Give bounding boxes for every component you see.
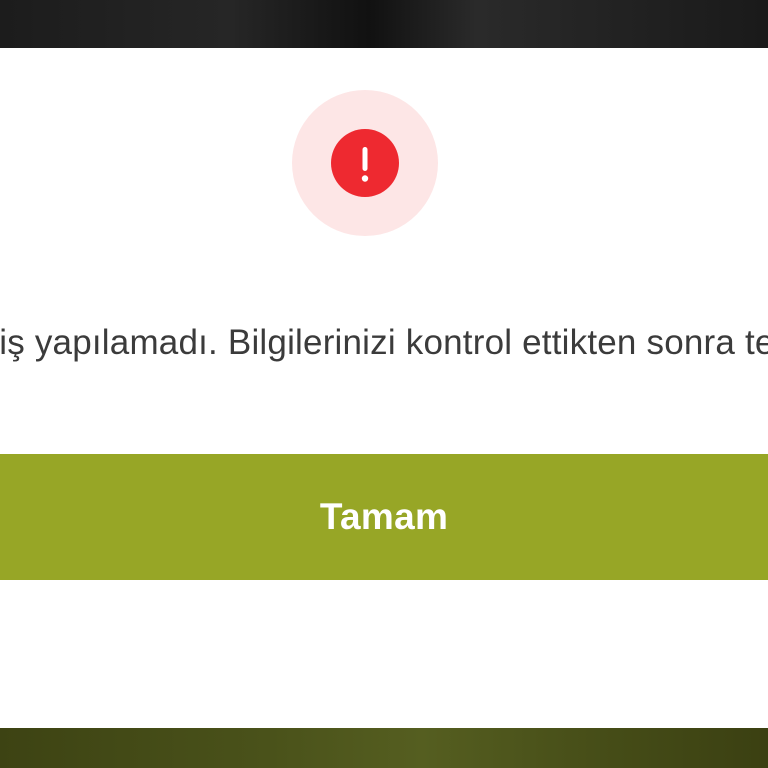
background-app-top	[0, 0, 768, 48]
alert-icon-halo	[292, 90, 438, 236]
alert-message: Giriş yapılamadı. Bilgilerinizi kontrol …	[0, 323, 768, 362]
ok-button[interactable]: Tamam	[0, 454, 768, 580]
background-app-bottom	[0, 728, 768, 768]
ok-button-label: Tamam	[319, 496, 449, 537]
exclamation-alert-icon	[331, 129, 399, 197]
alert-dialog: Giriş yapılamadı. Bilgilerinizi kontrol …	[0, 48, 768, 728]
